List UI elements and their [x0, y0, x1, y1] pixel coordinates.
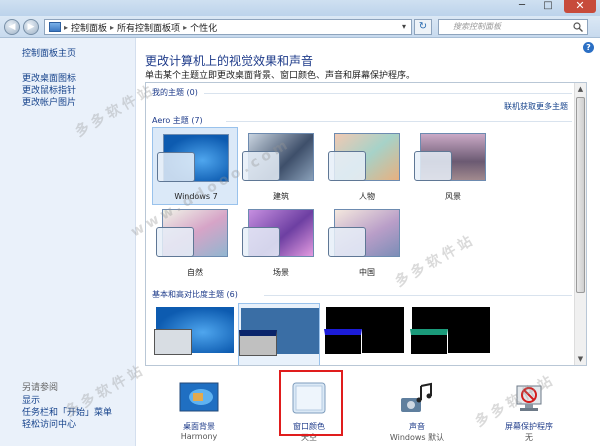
window-preview	[414, 151, 452, 181]
window-preview	[157, 152, 195, 182]
theme-china[interactable]: 中国	[324, 203, 410, 281]
breadcrumb-separator: ▸	[183, 22, 188, 32]
window-preview	[328, 151, 366, 181]
themes-list[interactable]: 我的主题 (0) 联机获取更多主题 Aero 主题 (7) Windows 7 …	[145, 82, 587, 366]
see-also-taskbar-link[interactable]: 任务栏和「开始」菜单	[22, 407, 112, 419]
desktop-background-setting[interactable]: 桌面背景 Harmony	[155, 382, 243, 441]
window-preview	[239, 330, 277, 356]
screensaver-icon	[516, 385, 542, 411]
window-preview	[324, 329, 362, 355]
main-content: ? 更改计算机上的视觉效果和声音 单击某个主题立即更改桌面背景、窗口颜色、声音和…	[137, 38, 600, 446]
theme-label: 自然	[187, 268, 203, 277]
page-title: 更改计算机上的视觉效果和声音	[145, 54, 314, 68]
control-panel-icon	[49, 22, 61, 32]
title-bar: ─ □ ✕	[0, 0, 600, 16]
back-button[interactable]: ◀	[4, 19, 20, 35]
setting-value: Harmony	[180, 432, 218, 441]
page-description: 单击某个主题立即更改桌面背景、窗口颜色、声音和屏幕保护程序。	[145, 71, 416, 81]
close-button[interactable]: ✕	[564, 0, 596, 13]
theme-label: 建筑	[273, 192, 289, 201]
maximize-button[interactable]: □	[538, 0, 558, 13]
sidebar-home-link[interactable]: 控制面板主页	[22, 46, 135, 59]
my-themes-heading: 我的主题 (0)	[152, 88, 198, 97]
window-preview	[242, 227, 280, 257]
search-input[interactable]: 搜索控制面板	[438, 19, 588, 35]
get-more-themes-link[interactable]: 联机获取更多主题	[504, 101, 568, 112]
setting-label: 声音	[409, 422, 425, 431]
group-divider	[204, 93, 572, 94]
desktop-background-icon	[179, 382, 219, 412]
theme-windows7-basic[interactable]	[154, 307, 236, 365]
theme-windows7[interactable]: Windows 7	[152, 127, 238, 205]
address-bar[interactable]: ▸ 控制面板 ▸ 所有控制面板项 ▸ 个性化 ▾	[44, 19, 412, 35]
theme-high-contrast-1[interactable]	[324, 307, 406, 365]
theme-people[interactable]: 人物	[324, 127, 410, 205]
theme-label: 中国	[359, 268, 375, 277]
window-color-highlight-box	[279, 370, 343, 436]
window-controls: ─ □ ✕	[512, 0, 596, 13]
window-preview	[410, 329, 448, 355]
scroll-up-button[interactable]: ▲	[575, 83, 586, 95]
sidebar-link-desktop-icons[interactable]: 更改桌面图标	[22, 73, 135, 85]
theme-windows-classic[interactable]	[238, 303, 320, 365]
window-preview	[328, 227, 366, 257]
breadcrumb-separator: ▸	[64, 22, 69, 32]
sidebar: 控制面板主页 更改桌面图标 更改鼠标指针 更改帐户图片 另请参阅 显示 任务栏和…	[0, 38, 136, 446]
window-preview	[156, 227, 194, 257]
group-divider	[226, 121, 572, 122]
setting-label: 屏幕保护程序	[505, 422, 553, 431]
breadcrumb-all-items[interactable]: 所有控制面板项	[117, 21, 180, 34]
address-dropdown-button[interactable]: ▾	[397, 20, 411, 34]
sidebar-link-mouse-pointer[interactable]: 更改鼠标指针	[22, 85, 135, 97]
theme-label: 风景	[445, 192, 461, 201]
theme-label: 人物	[359, 192, 375, 201]
group-divider	[264, 295, 572, 296]
address-toolbar: ◀ ▶ ▸ 控制面板 ▸ 所有控制面板项 ▸ 个性化 ▾ ↻ 搜索控制面板	[0, 16, 600, 38]
refresh-button[interactable]: ↻	[414, 19, 432, 35]
theme-label: 场景	[273, 268, 289, 277]
theme-architecture[interactable]: 建筑	[238, 127, 324, 205]
setting-label: 桌面背景	[183, 422, 215, 431]
sidebar-link-account-picture[interactable]: 更改帐户图片	[22, 97, 135, 109]
help-icon[interactable]: ?	[583, 42, 594, 53]
settings-bar: 桌面背景 Harmony 窗口颜色 天空 声音 Windows 默认 屏幕保护程…	[137, 370, 600, 446]
minimize-button[interactable]: ─	[512, 0, 532, 13]
breadcrumb-personalization[interactable]: 个性化	[190, 21, 217, 34]
see-also-ease-of-access-link[interactable]: 轻松访问中心	[22, 419, 112, 431]
window-preview	[242, 151, 280, 181]
breadcrumb-control-panel[interactable]: 控制面板	[71, 21, 107, 34]
aero-themes-heading: Aero 主题 (7)	[152, 116, 203, 125]
basic-themes-heading: 基本和高对比度主题 (6)	[152, 290, 238, 299]
scroll-thumb[interactable]	[576, 97, 585, 293]
breadcrumb-separator: ▸	[110, 22, 115, 32]
setting-value: 无	[525, 433, 533, 442]
sound-setting[interactable]: 声音 Windows 默认	[373, 382, 461, 443]
theme-landscape[interactable]: 风景	[410, 127, 496, 205]
theme-high-contrast-2[interactable]	[410, 307, 492, 365]
see-also-display-link[interactable]: 显示	[22, 395, 112, 407]
theme-scenes[interactable]: 场景	[238, 203, 324, 281]
themes-scrollbar[interactable]: ▲ ▼	[574, 83, 586, 365]
screensaver-setting[interactable]: 屏幕保护程序 无	[485, 382, 573, 443]
setting-value: Windows 默认	[389, 433, 445, 442]
sound-icon	[401, 382, 432, 412]
theme-nature[interactable]: 自然	[152, 203, 238, 281]
see-also-heading: 另请参阅	[22, 383, 59, 393]
window-preview	[154, 329, 192, 355]
search-icon[interactable]	[573, 22, 583, 32]
see-also-section: 另请参阅 显示 任务栏和「开始」菜单 轻松访问中心	[22, 380, 112, 431]
forward-button[interactable]: ▶	[23, 19, 39, 35]
theme-label: Windows 7	[174, 192, 218, 201]
scroll-down-button[interactable]: ▼	[575, 353, 586, 365]
